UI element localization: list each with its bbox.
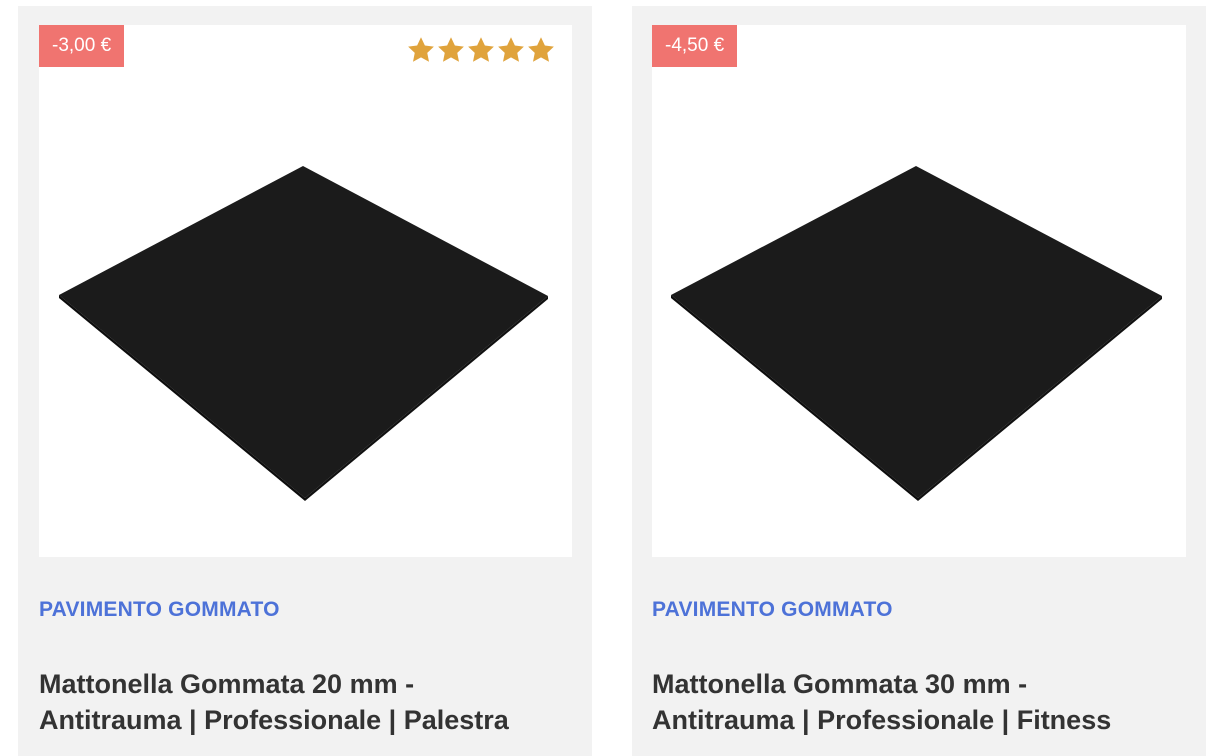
product-image-link[interactable]: -3,00 € [39, 25, 572, 557]
star-icon [468, 37, 494, 62]
product-image-link[interactable]: -4,50 € [652, 25, 1186, 557]
product-category-link[interactable]: PAVIMENTO GOMMATO [652, 598, 893, 622]
product-category-link[interactable]: PAVIMENTO GOMMATO [39, 598, 280, 622]
rubber-tile-image[interactable] [652, 25, 1186, 557]
product-title-link[interactable]: Mattonella Gommata 30 mm - Antitrauma | … [652, 666, 1192, 738]
star-icon [498, 37, 524, 62]
star-icon [408, 37, 434, 62]
star-icon [528, 37, 554, 62]
product-card[interactable]: -4,50 € PAVIMENTO GOMMATO Mattonella Gom… [632, 6, 1206, 756]
product-title-line-1: Mattonella Gommata 20 mm - [39, 669, 415, 699]
product-title-line-2: Antitrauma | Professionale | Palestra [39, 705, 509, 735]
star-icon [438, 37, 464, 62]
rating-stars [406, 35, 556, 71]
rubber-tile-image[interactable] [39, 25, 572, 557]
discount-badge: -3,00 € [39, 25, 125, 67]
discount-badge: -4,50 € [652, 25, 738, 67]
product-title-link[interactable]: Mattonella Gommata 20 mm - Antitrauma | … [39, 666, 579, 738]
product-title-line-1: Mattonella Gommata 30 mm - [652, 669, 1028, 699]
product-title-line-2: Antitrauma | Professionale | Fitness [652, 705, 1112, 735]
product-card[interactable]: -3,00 € PAVIMENTO GOMMATO Mattonella Gom… [18, 6, 592, 756]
product-grid: -3,00 € PAVIMENTO GOMMATO Mattonella Gom… [0, 0, 1226, 756]
